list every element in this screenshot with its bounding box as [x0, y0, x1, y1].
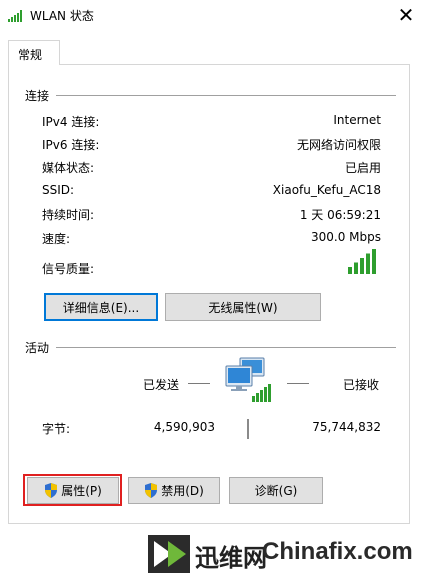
tab-general-label: 常规 — [18, 48, 43, 62]
bytes-label: 字节: — [42, 422, 71, 436]
ipv4-label: IPv4 连接: — [42, 115, 100, 129]
close-icon: ✕ — [397, 3, 415, 27]
disable-button-label: 禁用(D) — [161, 484, 204, 498]
signal-bar — [348, 267, 352, 274]
received-line — [287, 383, 309, 384]
bytes-separator — [247, 419, 249, 439]
highlight-box — [23, 474, 122, 506]
watermark-logo-icon — [148, 535, 190, 573]
signal-bar — [366, 253, 370, 274]
ipv4-value: Internet — [333, 113, 381, 127]
signal-strength-icon — [348, 249, 376, 274]
activity-group-divider — [56, 347, 396, 348]
ipv6-value: 无网络访问权限 — [296, 138, 381, 152]
connection-group-divider — [56, 95, 396, 96]
duration-value: 1 天 06:59:21 — [299, 208, 381, 222]
bytes-received-value: 75,744,832 — [312, 420, 381, 434]
activity-group-label: 活动 — [25, 341, 50, 355]
ipv6-label: IPv6 连接: — [42, 138, 100, 152]
speed-label: 速度: — [42, 232, 71, 246]
sent-label: 已发送 — [143, 378, 180, 392]
uac-shield-icon — [145, 483, 158, 498]
watermark-brand-en: Chinafix.com — [262, 538, 413, 565]
details-button[interactable]: 详细信息(E)... — [44, 293, 158, 321]
media-state-value: 已启用 — [344, 161, 381, 175]
window-title: WLAN 状态 — [30, 9, 94, 23]
bytes-sent-value: 4,590,903 — [153, 420, 215, 434]
close-button[interactable]: ✕ — [392, 2, 420, 28]
network-computers-icon — [225, 357, 271, 402]
diagnose-button[interactable]: 诊断(G) — [229, 477, 323, 504]
tab-general[interactable]: 常规 — [8, 40, 60, 65]
media-state-label: 媒体状态: — [42, 161, 95, 175]
wifi-signal-icon — [8, 10, 22, 22]
received-label: 已接收 — [343, 378, 380, 392]
connection-group-label: 连接 — [25, 89, 50, 103]
signal-bar — [354, 262, 358, 274]
signal-bar — [360, 258, 364, 274]
disable-button[interactable]: 禁用(D) — [128, 477, 220, 504]
speed-value: 300.0 Mbps — [310, 230, 381, 244]
sent-line — [188, 383, 210, 384]
ssid-value: Xiaofu_Kefu_AC18 — [272, 183, 381, 197]
wireless-properties-button[interactable]: 无线属性(W) — [165, 293, 321, 321]
signal-quality-label: 信号质量: — [42, 262, 95, 276]
duration-label: 持续时间: — [42, 208, 95, 222]
watermark-brand-cn: 迅维网 — [195, 544, 267, 572]
ssid-label: SSID: — [42, 183, 75, 197]
signal-bar — [372, 249, 376, 274]
